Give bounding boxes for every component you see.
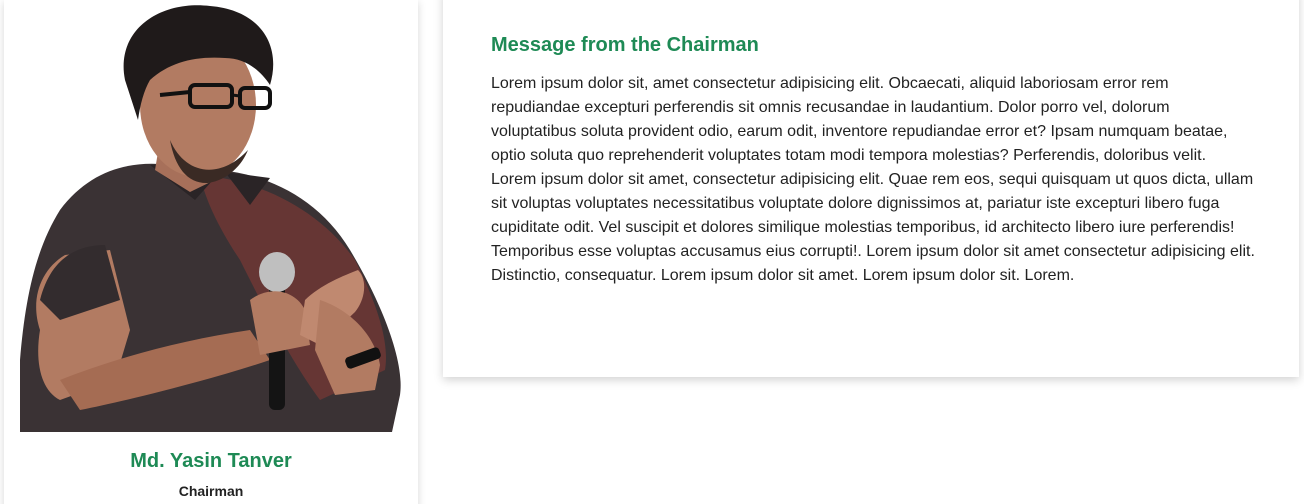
chairman-photo: [20, 0, 404, 432]
message-card: Message from the Chairman Lorem ipsum do…: [443, 0, 1299, 377]
person-role: Chairman: [178, 483, 244, 499]
person-name: Md. Yasin Tanver: [130, 450, 292, 472]
message-title: Message from the Chairman: [491, 34, 759, 56]
page: Md. Yasin Tanver Chairman Message from t…: [0, 0, 1304, 504]
chairman-photo-illustration: [20, 5, 401, 432]
profile-card: Md. Yasin Tanver Chairman: [4, 0, 418, 504]
message-body: Lorem ipsum dolor sit, amet consectetur …: [491, 75, 1255, 284]
